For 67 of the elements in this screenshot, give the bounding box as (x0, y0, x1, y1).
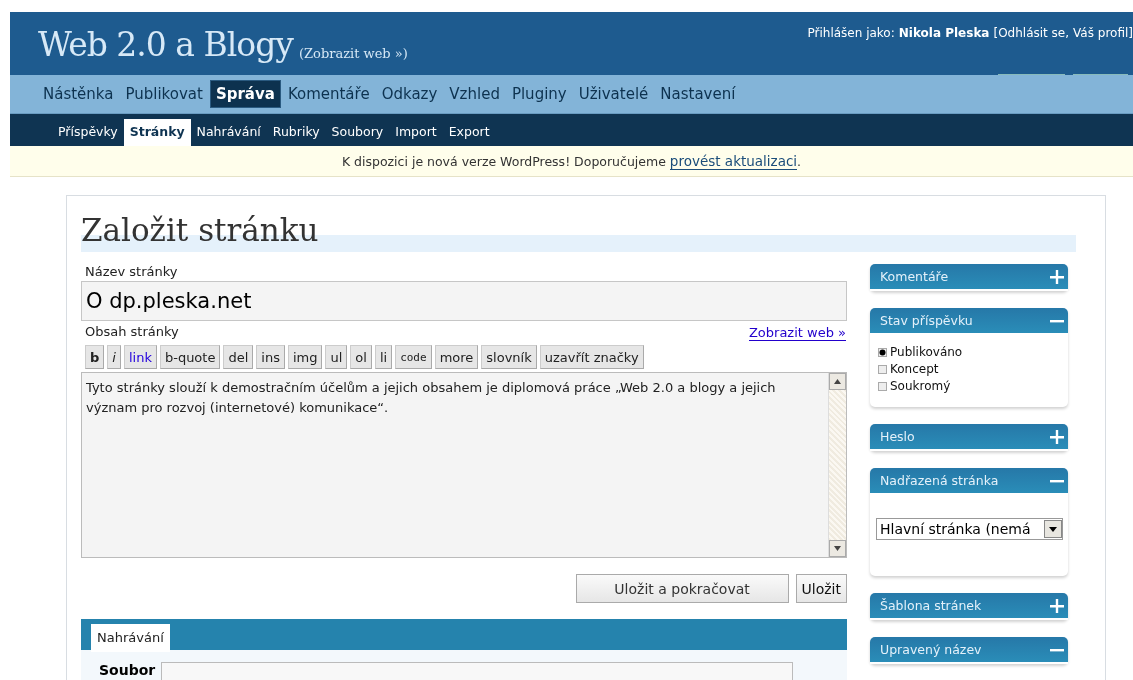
box-title: Komentáře (880, 269, 949, 284)
bracket-text: [ (993, 26, 999, 42)
format-button[interactable]: ul (325, 345, 348, 369)
option-label: Publikováno (890, 344, 963, 361)
greeting-text: Přihlášen jako: (807, 26, 895, 42)
submenu-tab[interactable]: Nahrávání (190, 119, 267, 146)
page-title: Založit stránku (81, 211, 319, 250)
site-title: Web 2.0 a Blogy (38, 28, 293, 61)
plus-icon[interactable] (1050, 429, 1064, 444)
upload-tab[interactable]: Nahrávání (91, 624, 170, 652)
format-button[interactable]: del (223, 345, 254, 369)
menu-tab[interactable]: Uživatelé (573, 81, 654, 107)
submenu-tab[interactable]: Import (389, 119, 443, 146)
file-field[interactable] (161, 662, 794, 680)
plus-icon[interactable] (1050, 269, 1064, 284)
box-title: Upravený název (880, 642, 982, 657)
update-link[interactable]: provést aktualizaci (669, 152, 798, 170)
radio-button[interactable] (878, 382, 887, 391)
title-field[interactable]: O dp.pleska.net (81, 281, 847, 321)
submenu-tab[interactable]: Export (442, 119, 496, 146)
submenu-tab[interactable]: Rubriky (266, 119, 326, 146)
submenu-tab[interactable]: Soubory (325, 119, 390, 146)
radio-button[interactable] (878, 348, 887, 357)
separator-text: , (1065, 26, 1070, 42)
menu-tab[interactable]: Nastavení (655, 81, 741, 107)
format-button[interactable]: li (374, 345, 393, 369)
dropdown-icon[interactable] (1044, 520, 1062, 538)
radio-button[interactable] (878, 365, 887, 374)
format-button[interactable]: ins (256, 345, 285, 369)
format-button[interactable]: b-quote (159, 345, 221, 369)
format-button[interactable]: code (395, 345, 432, 369)
box-title: Nadřazená stránka (880, 473, 999, 488)
menu-tab[interactable]: Správa (209, 80, 281, 108)
format-button[interactable]: b (85, 345, 105, 369)
parent-select[interactable]: Hlavní stránka (nemá (876, 518, 1063, 540)
format-button[interactable]: i (107, 345, 121, 369)
save-continue-button[interactable]: Uložit a pokračovat (575, 574, 789, 603)
menu-tab[interactable]: Komentáře (282, 81, 375, 107)
menu-tab[interactable]: Odkazy (376, 81, 443, 107)
submenu-tab[interactable]: Stránky (123, 119, 191, 146)
format-button[interactable]: slovník (481, 345, 537, 369)
save-button[interactable]: Uložit (795, 574, 847, 603)
format-button[interactable]: uzavřít značky (539, 345, 644, 369)
user-name: Nikola Pleska (898, 26, 990, 42)
menu-tab[interactable]: Nástěnka (38, 81, 119, 107)
field-label: Soubor (99, 662, 156, 680)
box-title: Stav příspěvku (880, 313, 973, 328)
notice-text: . (797, 153, 802, 169)
option-label: Soukromý (890, 378, 951, 395)
notice-text: K dispozici je nová verze WordPress! Doporučujeme (341, 153, 666, 169)
menu-tab[interactable]: Publikovat (120, 81, 208, 107)
format-button[interactable]: more (434, 345, 479, 369)
format-button[interactable]: link (123, 345, 157, 369)
option-label: Koncept (890, 361, 939, 378)
view-site-link[interactable]: (Zobrazit web ») (298, 46, 408, 61)
plus-icon[interactable] (1050, 598, 1064, 613)
field-label: Název stránky (85, 264, 179, 279)
bracket-text: ] (1128, 26, 1133, 42)
box-title: Šablona stránek (880, 598, 982, 613)
field-label: Obsah stránky (85, 324, 179, 339)
menu-tab[interactable]: Pluginy (506, 81, 572, 107)
box-title: Heslo (880, 429, 915, 444)
format-button[interactable]: ol (350, 345, 372, 369)
menu-tab[interactable]: Vzhled (444, 81, 505, 107)
submenu-tab[interactable]: Příspěvky (52, 119, 124, 146)
view-site-link[interactable]: Zobrazit web » (748, 325, 846, 341)
format-button[interactable]: img (287, 345, 323, 369)
